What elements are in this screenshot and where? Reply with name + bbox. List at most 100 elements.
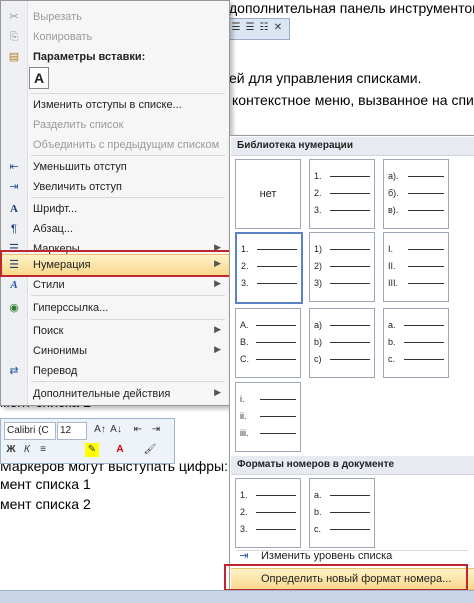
- menu-item-join-previous-list[interactable]: Объединить с предыдущим списком: [1, 135, 229, 155]
- menu-item-separate-list[interactable]: Разделить список: [1, 115, 229, 135]
- indent-increase-icon[interactable]: ⇥: [149, 423, 163, 437]
- tile-number: ii.: [240, 411, 247, 421]
- menu-item-label: Гиперссылка...: [33, 302, 109, 314]
- tile-number: b.: [314, 507, 322, 517]
- font-icon: A: [10, 203, 18, 215]
- menu-item-adjust-list-indents[interactable]: Изменить отступы в списке...: [1, 95, 229, 115]
- font-name-combo[interactable]: Calibri (С: [4, 422, 56, 440]
- tile-number: 2.: [314, 188, 322, 198]
- multilevel-icon[interactable]: ☷: [259, 22, 269, 34]
- submenu-arrow-icon: ▶: [214, 387, 221, 397]
- menu-item-lookup[interactable]: Поиск ▶: [1, 321, 229, 341]
- bullets-icon[interactable]: ☰: [231, 22, 241, 34]
- menu-item-label: Перевод: [33, 365, 78, 377]
- menu-item-label: Изменить уровень списка: [261, 550, 393, 562]
- scissors-icon: ✂: [9, 11, 19, 23]
- document-text-line: контекстное меню, вызванное на списк: [232, 92, 474, 108]
- menu-item-label: Дополнительные действия: [33, 388, 171, 400]
- submenu-arrow-icon: ▶: [214, 324, 221, 334]
- tile-number: 2.: [241, 261, 249, 271]
- menu-item-label: Поиск: [33, 325, 64, 337]
- menu-separator: [31, 155, 225, 156]
- menu-item-label: Синонимы: [33, 345, 87, 357]
- tile-number: 2.: [240, 507, 248, 517]
- tile-number: c): [314, 354, 322, 364]
- menu-item-cut[interactable]: ✂ Вырезать: [1, 7, 229, 27]
- menu-item-label: Увеличить отступ: [33, 181, 123, 193]
- shrink-font-icon[interactable]: A↓: [109, 423, 123, 437]
- tile-number: A.: [240, 320, 249, 330]
- section-header-label: Библиотека нумерации: [237, 140, 353, 151]
- menu-item-additional-actions[interactable]: Дополнительные действия ▶: [1, 384, 229, 404]
- document-numbering-tile[interactable]: a. b. c.: [309, 478, 375, 548]
- menu-item-font[interactable]: A Шрифт...: [1, 199, 229, 219]
- indent-decrease-icon[interactable]: ⇤: [131, 423, 145, 437]
- menu-item-decrease-indent[interactable]: ⇤ Уменьшить отступ: [1, 157, 229, 177]
- numbering-tile[interactable]: I. II. III.: [383, 232, 449, 302]
- status-bar: [0, 590, 474, 603]
- list-level-icon: ⇥: [239, 550, 249, 562]
- tile-number: б).: [388, 188, 399, 198]
- menu-item-label: Объединить с предыдущим списком: [33, 139, 220, 151]
- numbering-tile[interactable]: A. B. C.: [235, 308, 301, 378]
- menu-item-label: Вырезать: [33, 11, 82, 23]
- tile-number: 1): [314, 244, 323, 254]
- document-text-line: мент списка 2: [0, 496, 91, 512]
- increase-indent-icon: ⇥: [9, 181, 19, 193]
- document-text-line: ей для управления списками.: [229, 70, 422, 86]
- text-highlight-icon[interactable]: ✎: [85, 443, 99, 457]
- menu-separator: [31, 319, 225, 320]
- numbering-tile[interactable]: a) b) c): [309, 308, 375, 378]
- numbering-tile[interactable]: a. b. c.: [383, 308, 449, 378]
- tile-number: 3.: [314, 205, 322, 215]
- numbering-tile[interactable]: 1) 2) 3): [309, 232, 375, 302]
- document-text-line: дополнительная панель инструментов:: [229, 0, 474, 16]
- tile-number: a): [314, 320, 323, 330]
- menu-item-styles[interactable]: A Стили ▶: [1, 275, 229, 295]
- document-toolbar: ☰ ☰ ☷ ✕: [226, 18, 290, 40]
- tile-number: 1.: [240, 490, 248, 500]
- tile-number: a.: [314, 490, 322, 500]
- menu-separator: [31, 93, 225, 94]
- align-center-icon[interactable]: ≡: [36, 443, 50, 457]
- tile-number: b.: [388, 337, 396, 347]
- numbering-tile[interactable]: а). б). в).: [383, 159, 449, 229]
- menu-item-label: Изменить отступы в списке...: [33, 99, 182, 111]
- menu-item-synonyms[interactable]: Синонимы ▶: [1, 341, 229, 361]
- menu-item-label: Параметры вставки:: [33, 51, 146, 63]
- mini-toolbar: Calibri (С 12 A↑ A↓ ⇤ ⇥ Ж К ≡ ✎ A 🖌: [0, 418, 175, 464]
- menu-item-label: Шрифт...: [33, 203, 78, 215]
- menu-separator: [31, 197, 225, 198]
- format-painter-icon[interactable]: 🖌: [143, 443, 157, 457]
- close-icon[interactable]: ✕: [273, 22, 283, 34]
- menu-item-translate[interactable]: ⇄ Перевод: [1, 361, 229, 381]
- menu-item-label: Абзац...: [33, 223, 74, 235]
- menu-item-copy[interactable]: ⎘ Копировать: [1, 27, 229, 47]
- bold-icon[interactable]: Ж: [4, 443, 18, 457]
- tile-number: a.: [388, 320, 396, 330]
- document-numbering-tile[interactable]: 1. 2. 3.: [235, 478, 301, 548]
- tile-number: i.: [240, 394, 245, 404]
- submenu-arrow-icon: ▶: [214, 344, 221, 354]
- tile-number: 3.: [241, 278, 249, 288]
- font-color-icon[interactable]: A: [113, 443, 127, 457]
- numbering-tile-none[interactable]: нет: [235, 159, 301, 229]
- menu-item-hyperlink[interactable]: ◉ Гиперссылка...: [1, 298, 229, 318]
- italic-icon[interactable]: К: [20, 443, 34, 457]
- menu-item-increase-indent[interactable]: ⇥ Увеличить отступ: [1, 177, 229, 197]
- numbering-tile[interactable]: i. ii. iii.: [235, 382, 301, 452]
- paste-keep-text-button[interactable]: A: [29, 67, 49, 89]
- numbering-icon[interactable]: ☰: [245, 22, 255, 34]
- tile-number: c.: [388, 354, 396, 364]
- tile-number: в).: [388, 205, 399, 215]
- section-header-label: Форматы номеров в документе: [237, 459, 395, 470]
- grow-font-icon[interactable]: A↑: [93, 423, 107, 437]
- tile-number: B.: [240, 337, 249, 347]
- change-list-level-item[interactable]: ⇥ Изменить уровень списка: [231, 546, 474, 566]
- numbering-tile-selected[interactable]: 1. 2. 3.: [235, 232, 303, 304]
- menu-item-paragraph[interactable]: ¶ Абзац...: [1, 219, 229, 239]
- menu-item-label: Стили: [33, 279, 65, 291]
- numbering-tile[interactable]: 1. 2. 3.: [309, 159, 375, 229]
- font-size-combo[interactable]: 12: [57, 422, 87, 440]
- tile-number: 1.: [314, 171, 322, 181]
